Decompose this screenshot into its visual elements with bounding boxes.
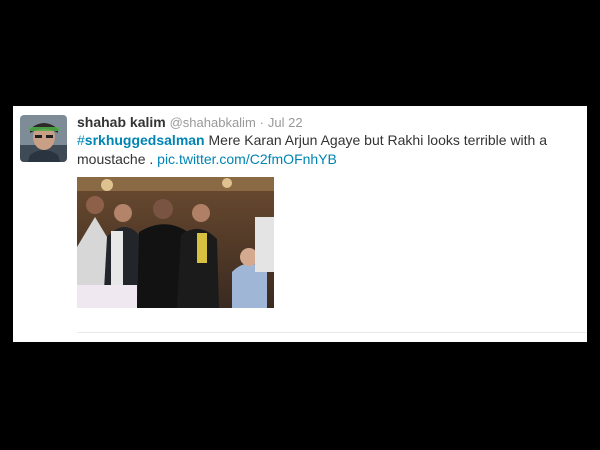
avatar-image	[20, 115, 67, 162]
separator-dot: ·	[259, 115, 265, 130]
hashtag-text: srkhuggedsalman	[84, 132, 205, 148]
pic-link[interactable]: pic.twitter.com/C2fmOFnhYB	[157, 151, 337, 167]
hashtag-link[interactable]: #srkhuggedsalman	[77, 132, 205, 148]
author-handle[interactable]: @shahabkalim	[170, 115, 256, 130]
tweet-card: shahab kalim @shahabkalim · Jul 22 #srkh…	[13, 106, 587, 342]
author-name[interactable]: shahab kalim	[77, 114, 166, 130]
divider	[77, 332, 587, 333]
tweet-text: #srkhuggedsalman Mere Karan Arjun Agaye …	[77, 131, 577, 169]
tweet-header: shahab kalim @shahabkalim · Jul 22	[77, 113, 303, 132]
avatar[interactable]	[20, 115, 67, 162]
tweet-photo[interactable]	[77, 177, 274, 308]
photo-image	[77, 177, 274, 308]
tweet-date[interactable]: Jul 22	[268, 115, 303, 130]
hashtag-symbol: #	[77, 132, 85, 148]
